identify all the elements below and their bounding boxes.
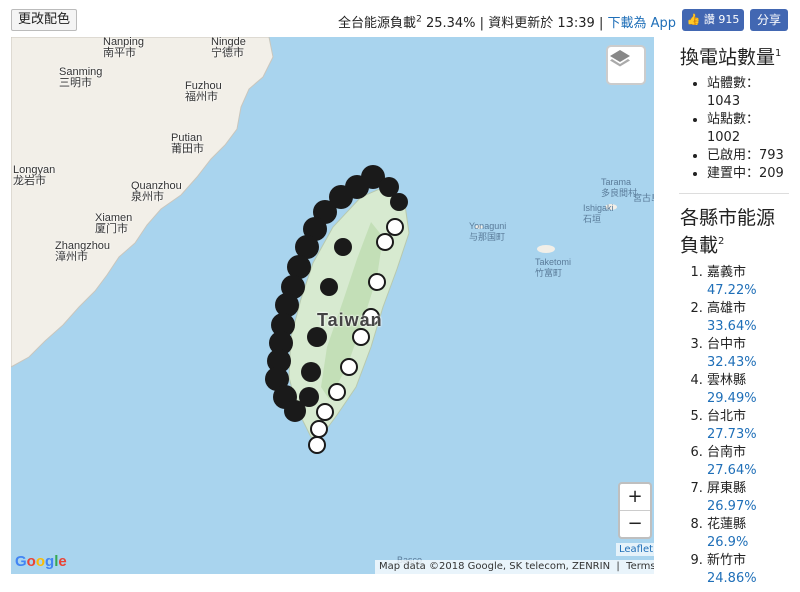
- county-load-list: 嘉義市47.22% 高雄市33.64% 台中市32.43% 雲林縣29.49% …: [667, 264, 797, 588]
- map-label-tarama: Tarama 多良間村: [601, 177, 638, 198]
- separator: |: [598, 16, 604, 31]
- map-label-ningde: Ningde 宁德市: [211, 37, 246, 59]
- map-label-xiamen: Xiamen 厦门市: [95, 212, 133, 235]
- county-item: 台中市32.43%: [707, 336, 797, 372]
- layer-switcher-button[interactable]: [606, 45, 646, 85]
- county-item: 高雄市33.64%: [707, 300, 797, 336]
- load-label: 全台能源負載: [338, 16, 417, 31]
- thumbs-up-icon: 👍: [686, 13, 701, 26]
- map-label-yonaguni: Yonaguni 与那国町: [469, 221, 507, 242]
- map-attribution: Map data ©2018 Google, SK telecom, ZENRI…: [375, 560, 654, 574]
- county-item: 屏東縣26.97%: [707, 480, 797, 516]
- county-item: 台南市27.64%: [707, 444, 797, 480]
- county-item: 雲林縣29.49%: [707, 372, 797, 408]
- stations-title: 換電站數量1: [680, 46, 782, 69]
- load-value: 25.34%: [425, 16, 476, 31]
- layers-icon: [610, 50, 630, 67]
- map-canvas: [11, 37, 617, 454]
- map-data-credit: Map data ©2018 Google, SK telecom, ZENRI…: [379, 561, 611, 572]
- like-count: 讚 915: [703, 13, 740, 26]
- sidebar: 換電站數量1 站體數：1043 站點數：1002 已啟用：793 建置中：209…: [667, 38, 797, 588]
- top-bar: 更改配色 全台能源負載2 25.34% | 資料更新於 13:39 | 下載為 …: [0, 0, 800, 38]
- status-line: 全台能源負載2 25.34% | 資料更新於 13:39 | 下載為 App: [338, 12, 676, 31]
- facebook-share-button[interactable]: 分享: [750, 9, 788, 31]
- county-item: 台北市27.73%: [707, 408, 797, 444]
- stat-item: 已啟用：793: [707, 147, 797, 165]
- county-item: 花蓮縣26.9%: [707, 516, 797, 552]
- terms-of-use-link[interactable]: Terms of Use: [626, 561, 654, 572]
- updated-time: 資料更新於 13:39: [488, 16, 595, 31]
- map-label-miyako: 宮古島市: [633, 193, 654, 203]
- facebook-like-button[interactable]: 👍 讚 915: [682, 9, 744, 31]
- map-label-zhangzhou: Zhangzhou 漳州市: [55, 240, 111, 263]
- map-label-quanzhou: Quanzhou 泉州市: [131, 180, 182, 203]
- map-label-taiwan: Taiwan: [317, 310, 383, 330]
- stations-stats-list: 站體數：1043 站點數：1002 已啟用：793 建置中：209: [667, 75, 797, 183]
- map-label-nanping: Nanping 南平市: [103, 37, 144, 59]
- zoom-control: + −: [618, 482, 652, 539]
- map-label-sanming: Sanming 三明市: [59, 66, 103, 89]
- load-footnote: 2: [416, 14, 422, 25]
- stat-item: 站點數：1002: [707, 111, 797, 147]
- county-item: 嘉義市47.22%: [707, 264, 797, 300]
- ishigaki-island: [537, 245, 555, 253]
- map-label-putian: Putian 莆田市: [171, 132, 204, 155]
- map-view[interactable]: Nanping 南平市 Ningde 宁德市 Sanming 三明市 Fuzhou 福州…: [11, 37, 654, 574]
- zoom-out-button[interactable]: −: [620, 510, 650, 537]
- stat-item: 站體數：1043: [707, 75, 797, 111]
- google-logo: Google: [15, 553, 67, 570]
- change-color-button[interactable]: 更改配色: [11, 9, 78, 31]
- zoom-in-button[interactable]: +: [620, 484, 650, 510]
- county-load-title: 各縣市能源負載2: [680, 207, 776, 257]
- stat-item: 建置中：209: [707, 165, 797, 183]
- map-label-longyan: Longyan 龙岩市: [13, 164, 56, 187]
- sidebar-divider: [679, 193, 789, 195]
- county-item: 新竹市24.86%: [707, 552, 797, 588]
- map-label-fuzhou: Fuzhou 福州市: [185, 80, 222, 103]
- separator: |: [479, 16, 485, 31]
- map-label-ishigaki: Ishigaki 石垣: [583, 203, 614, 224]
- map-label-taketomi: Taketomi 竹富町: [535, 257, 572, 278]
- download-app-link[interactable]: 下載為 App: [607, 16, 676, 31]
- leaflet-link[interactable]: Leaflet: [616, 543, 654, 556]
